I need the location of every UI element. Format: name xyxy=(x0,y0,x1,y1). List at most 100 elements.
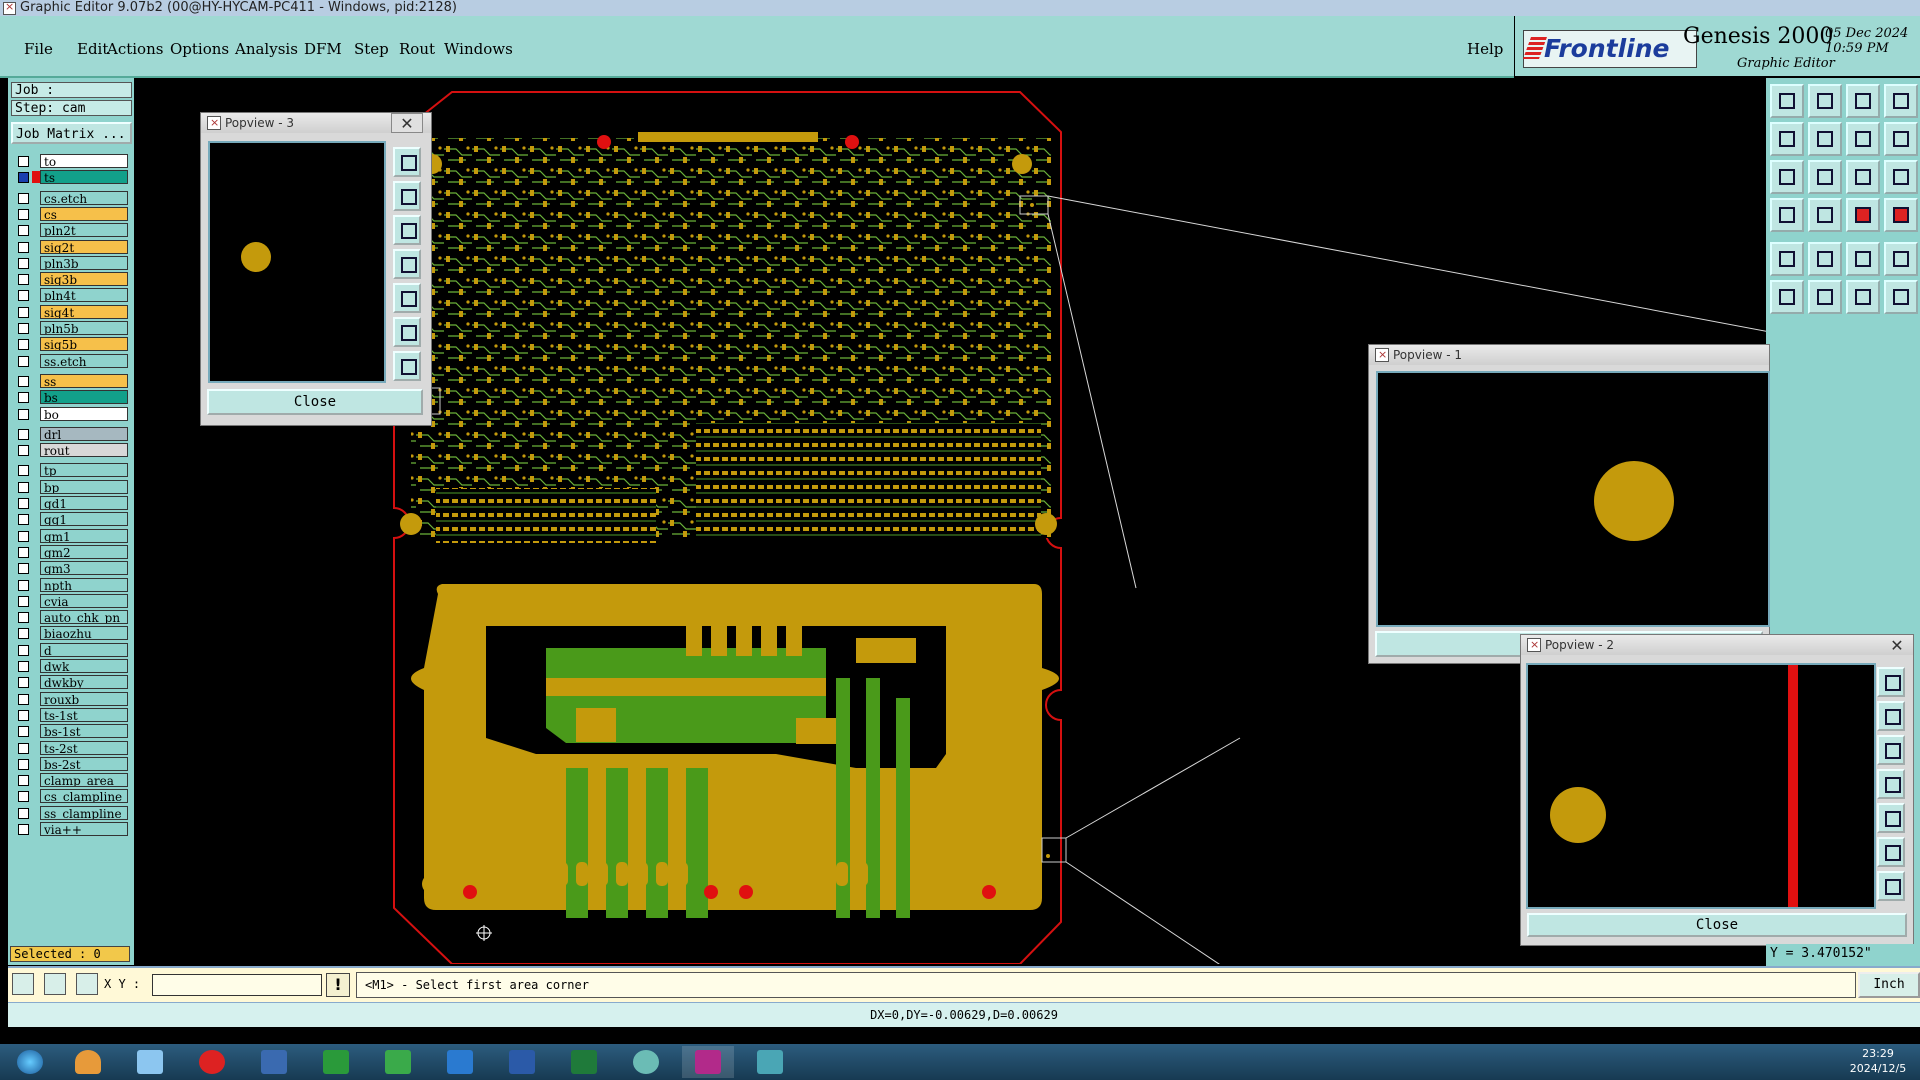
layer-checkbox[interactable] xyxy=(18,428,29,440)
pan-left-icon[interactable] xyxy=(1877,769,1905,799)
layer-row[interactable]: cvia xyxy=(12,593,130,609)
layer-name[interactable]: via++ xyxy=(40,822,128,836)
redraw-icon[interactable] xyxy=(1846,122,1880,156)
layer-row[interactable]: sig3b xyxy=(12,272,130,287)
layer-row[interactable]: gm2 xyxy=(12,544,130,560)
layer-name[interactable]: sig3b xyxy=(40,272,128,287)
app-p-icon[interactable] xyxy=(310,1046,362,1078)
units-button[interactable]: Inch xyxy=(1858,972,1920,998)
layer-checkbox[interactable] xyxy=(18,514,29,526)
layer-row[interactable]: sig2t xyxy=(12,239,130,255)
layer-row[interactable]: cs.etch xyxy=(12,190,130,206)
fit-icon[interactable] xyxy=(1877,837,1905,867)
layer-checkbox[interactable] xyxy=(18,612,29,624)
grid-icon[interactable] xyxy=(1808,198,1842,232)
layer-row[interactable]: clamp_area xyxy=(12,773,130,788)
layer-row[interactable]: gd1 xyxy=(12,496,130,511)
layer-checkbox[interactable] xyxy=(18,339,29,351)
layer-row[interactable]: cs xyxy=(12,206,130,222)
layer-checkbox[interactable] xyxy=(18,465,29,477)
layer-row[interactable]: gg1 xyxy=(12,512,130,527)
layer-checkbox[interactable] xyxy=(18,375,29,387)
layer-row[interactable]: d xyxy=(12,642,130,658)
layer-row[interactable]: sig5b xyxy=(12,337,130,352)
notepad-icon[interactable] xyxy=(124,1046,176,1078)
pan-left-icon[interactable] xyxy=(393,249,421,279)
layer-checkbox[interactable] xyxy=(18,257,29,269)
zoom-home-icon[interactable] xyxy=(1770,84,1804,118)
browser-icon[interactable] xyxy=(186,1046,238,1078)
layer-checkbox[interactable] xyxy=(18,775,29,787)
layer-row[interactable]: bs-2st xyxy=(12,756,130,772)
layer-name[interactable]: ts-1st xyxy=(40,707,128,722)
genesis-icon[interactable] xyxy=(620,1046,672,1078)
layer-name[interactable]: ts xyxy=(40,170,128,185)
layer-name[interactable]: cs.etch xyxy=(40,190,128,205)
layer-checkbox[interactable] xyxy=(18,546,29,558)
layer-name[interactable]: npth xyxy=(40,577,128,592)
layer-checkbox[interactable] xyxy=(18,530,29,542)
layer-row[interactable]: pln2t xyxy=(12,223,130,238)
layer-name[interactable]: pln4t xyxy=(40,288,128,303)
graphic-editor-task[interactable] xyxy=(682,1046,734,1078)
layer-row[interactable]: via++ xyxy=(12,822,130,837)
layer-row[interactable]: rouxb xyxy=(12,691,130,707)
layer-name[interactable]: ss_clampline xyxy=(40,805,128,820)
zoom-in-icon[interactable] xyxy=(393,181,421,211)
refresh-icon[interactable] xyxy=(1877,871,1905,901)
layer-row[interactable]: npth xyxy=(12,577,130,593)
popview-1-titlebar[interactable]: Popview - 1 xyxy=(1369,345,1769,365)
layer-checkbox[interactable] xyxy=(18,392,29,404)
layer-name[interactable]: cs_clampline xyxy=(40,789,128,804)
layer-name[interactable]: cvia xyxy=(40,593,128,608)
layer-row[interactable]: ts-2st xyxy=(12,740,130,756)
grid-tool-icon[interactable] xyxy=(76,973,98,995)
layer-name[interactable]: clamp_area xyxy=(40,773,128,788)
layer-row[interactable]: to xyxy=(12,154,130,169)
layer-row[interactable]: bo xyxy=(12,406,130,422)
pad-icon[interactable] xyxy=(1770,242,1804,276)
layer-row[interactable]: ss.etch xyxy=(12,353,130,369)
menu-dfm[interactable]: DFM xyxy=(304,40,342,58)
scale-icon[interactable] xyxy=(1846,160,1880,194)
layer-checkbox[interactable] xyxy=(18,563,29,575)
menu-windows[interactable]: Windows xyxy=(444,40,513,58)
layer-row[interactable]: ss xyxy=(12,373,130,389)
layer-name[interactable]: gm1 xyxy=(40,528,128,543)
layer-row[interactable]: bp xyxy=(12,479,130,495)
menu-actions[interactable]: Actions xyxy=(107,40,163,58)
layer-checkbox[interactable] xyxy=(18,323,29,334)
layer-name[interactable]: sig5b xyxy=(40,337,128,352)
trace-icon[interactable] xyxy=(1808,242,1842,276)
layer-checkbox[interactable] xyxy=(18,498,29,509)
fit-icon[interactable] xyxy=(393,317,421,347)
excel-icon[interactable] xyxy=(558,1046,610,1078)
layer-row[interactable]: rout xyxy=(12,443,130,458)
layer-row[interactable]: drl xyxy=(12,426,130,442)
home-icon[interactable] xyxy=(1846,84,1880,118)
layer-name[interactable]: gg1 xyxy=(40,512,128,527)
layer-row[interactable]: pln4t xyxy=(12,288,130,303)
layer-row[interactable]: cs_clampline xyxy=(12,789,130,804)
layer-name[interactable]: bs xyxy=(40,390,128,405)
layer-name[interactable]: sig2t xyxy=(40,239,128,254)
layer-checkbox[interactable] xyxy=(18,290,29,302)
layer-name[interactable]: gm2 xyxy=(40,544,128,559)
layer-checkbox[interactable] xyxy=(18,274,29,286)
layer-row[interactable]: biaozhu xyxy=(12,626,130,641)
dot-icon[interactable] xyxy=(1884,242,1918,276)
scale-1-2-icon[interactable] xyxy=(1884,122,1918,156)
popview-2-titlebar[interactable]: Popview - 2 xyxy=(1521,635,1913,655)
layer-checkbox[interactable] xyxy=(18,225,29,237)
layer-row[interactable]: dwk xyxy=(12,659,130,674)
zoom-out-left-icon[interactable] xyxy=(1770,122,1804,156)
layer-checkbox[interactable] xyxy=(18,355,29,367)
node2-icon[interactable] xyxy=(1884,280,1918,314)
layer-row[interactable]: bs xyxy=(12,390,130,405)
zoom-out-icon[interactable] xyxy=(1877,735,1905,765)
app-p2-icon[interactable] xyxy=(372,1046,424,1078)
fit-all-icon[interactable] xyxy=(1808,160,1842,194)
layer-row[interactable]: ts xyxy=(12,170,130,185)
layer-name[interactable]: dwk xyxy=(40,659,128,673)
refresh-icon[interactable] xyxy=(393,351,421,381)
